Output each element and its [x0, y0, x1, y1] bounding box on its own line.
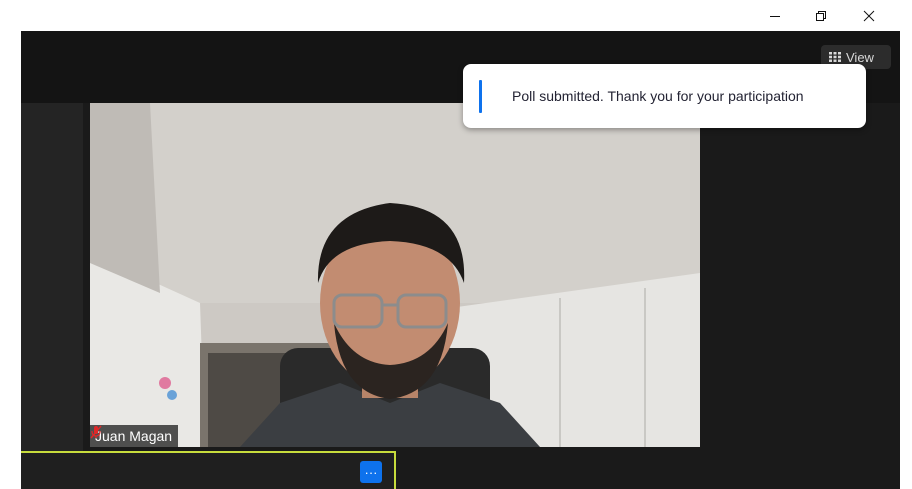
close-icon [863, 10, 875, 21]
meeting-stage: View Juan Magan Poll submitted. Thank yo… [21, 31, 900, 489]
notification-message: Poll submitted. Thank you for your parti… [512, 88, 804, 104]
minimize-button[interactable] [752, 0, 798, 31]
video-feed-image [90, 103, 700, 447]
poll-submitted-notification: Poll submitted. Thank you for your parti… [463, 64, 866, 128]
participant-video[interactable]: Juan Magan [90, 103, 700, 447]
muted-mic-icon [90, 425, 102, 439]
grid-icon [829, 52, 841, 62]
close-button[interactable] [846, 0, 892, 31]
participant-name: Juan Magan [95, 428, 173, 444]
window-title-bar [0, 0, 912, 31]
minimize-icon [770, 15, 780, 17]
restore-icon [816, 10, 826, 21]
more-options-icon: ··· [364, 464, 378, 480]
notification-accent-bar [479, 79, 482, 113]
view-label: View [846, 49, 874, 65]
more-options-button[interactable]: ··· [360, 461, 382, 483]
left-panel [21, 103, 83, 451]
self-view-tile[interactable]: ··· [21, 451, 396, 489]
participant-name-tag: Juan Magan [90, 425, 179, 447]
restore-button[interactable] [798, 0, 844, 31]
